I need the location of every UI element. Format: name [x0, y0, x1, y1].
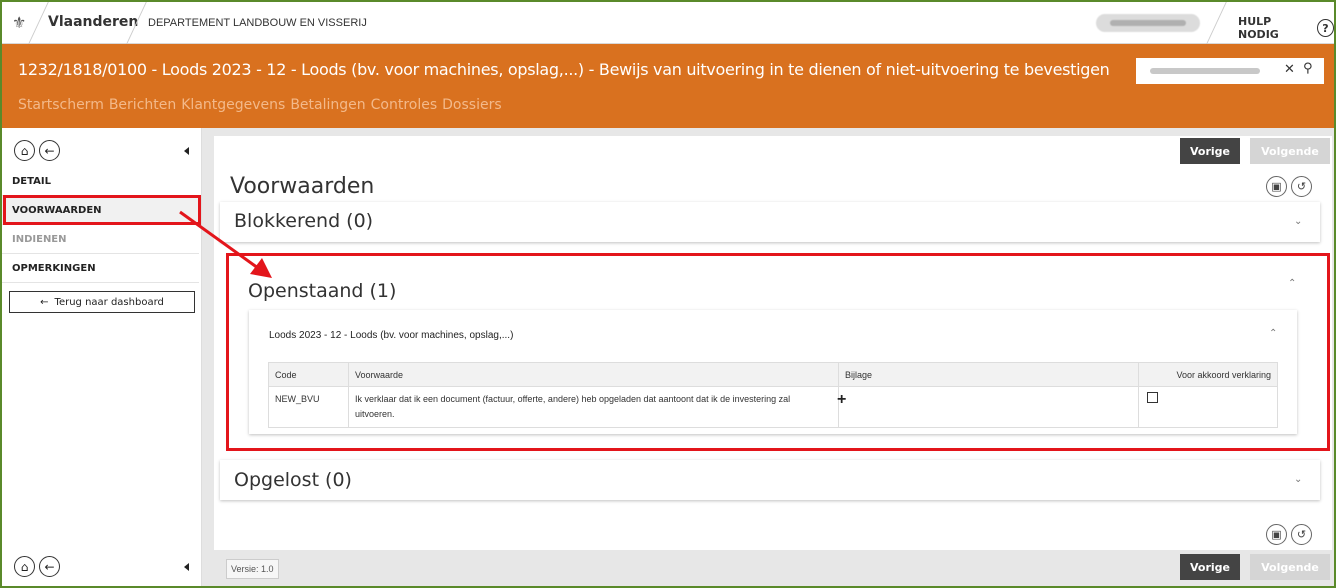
- nav-controles[interactable]: Controles: [371, 97, 438, 113]
- sidebar-item-label: INDIENEN: [12, 234, 67, 245]
- dossier-header: 1232/1818/0100 - Loods 2023 - 12 - Loods…: [2, 44, 1334, 128]
- search-icon[interactable]: ⚲: [1303, 61, 1313, 76]
- condition-card-title: Loods 2023 - 12 - Loods (bv. voor machin…: [269, 330, 514, 341]
- question-icon: ?: [1317, 19, 1334, 37]
- section-openstaand: Openstaand (1) ⌃ Loods 2023 - 12 - Loods…: [236, 258, 1318, 442]
- nav-startscherm[interactable]: Startscherm: [18, 97, 104, 113]
- section-opgelost[interactable]: Opgelost (0) ⌄: [220, 460, 1320, 500]
- main-area: Vorige Volgende Voorwaarden ▣ ↺ Blokkere…: [202, 128, 1334, 586]
- nav-berichten[interactable]: Berichten: [109, 97, 176, 113]
- top-bar: ⚜ Vlaanderen DEPARTEMENT LANDBOUW EN VIS…: [2, 2, 1334, 44]
- table-header-row: Code Voorwaarde Bijlage Voor akkoord ver…: [268, 362, 1278, 387]
- collapse-sidebar-icon[interactable]: [184, 147, 189, 155]
- chevron-down-icon[interactable]: ⌄: [1294, 474, 1302, 485]
- back-arrow-icon[interactable]: ←: [39, 140, 60, 161]
- back-to-dashboard-label: Terug naar dashboard: [54, 296, 164, 308]
- previous-button[interactable]: Vorige: [1180, 138, 1240, 164]
- main-nav: Startscherm Berichten Klantgegevens Beta…: [18, 97, 502, 113]
- brand-link[interactable]: Vlaanderen: [48, 14, 138, 30]
- section-title: Opgelost (0): [234, 469, 352, 491]
- next-button[interactable]: Volgende: [1250, 554, 1330, 580]
- section-title: Openstaand (1): [248, 280, 397, 302]
- code-cell: NEW_BVU: [268, 386, 349, 428]
- sidebar-item-label: VOORWAARDEN: [12, 205, 102, 216]
- flemish-lion-icon: ⚜: [12, 13, 27, 32]
- sidebar-item-label: DETAIL: [12, 176, 52, 187]
- chevron-down-icon[interactable]: ⌄: [1294, 216, 1302, 227]
- chevron-up-icon[interactable]: ⌃: [1288, 278, 1296, 289]
- next-button[interactable]: Volgende: [1250, 138, 1330, 164]
- collapse-sidebar-icon[interactable]: [184, 563, 189, 571]
- sidebar-item-voorwaarden[interactable]: VOORWAARDEN: [2, 196, 199, 225]
- undo-icon[interactable]: ↺: [1291, 524, 1312, 545]
- content-panel: Vorige Volgende Voorwaarden ▣ ↺ Blokkere…: [214, 136, 1332, 550]
- help-button[interactable]: HULP NODIG ?: [1238, 15, 1334, 41]
- clear-icon[interactable]: ✕: [1284, 62, 1295, 77]
- nav-betalingen[interactable]: Betalingen: [290, 97, 365, 113]
- section-title: Blokkerend (0): [234, 210, 374, 232]
- department-name[interactable]: DEPARTEMENT LANDBOUW EN VISSERIJ: [148, 17, 367, 29]
- section-blokkerend[interactable]: Blokkerend (0) ⌄: [220, 202, 1320, 242]
- condition-card: Loods 2023 - 12 - Loods (bv. voor machin…: [249, 310, 1297, 434]
- akkoord-cell: [1138, 386, 1278, 428]
- nav-dossiers[interactable]: Dossiers: [442, 97, 502, 113]
- previous-button[interactable]: Vorige: [1180, 554, 1240, 580]
- sidebar-item-opmerkingen[interactable]: OPMERKINGEN: [2, 254, 199, 283]
- save-icon[interactable]: ▣: [1266, 176, 1287, 197]
- sidebar: ⌂ ← DETAIL VOORWAARDEN INDIENEN OPMERKIN…: [2, 128, 202, 586]
- sidebar-item-indienen[interactable]: INDIENEN: [2, 225, 199, 254]
- page-title: Voorwaarden: [230, 174, 375, 199]
- voorwaarde-cell: Ik verklaar dat ik een document (factuur…: [348, 386, 839, 428]
- column-header: Voor akkoord verklaring: [1138, 362, 1278, 387]
- user-account[interactable]: [1096, 14, 1200, 32]
- back-arrow-icon[interactable]: ←: [39, 556, 60, 577]
- help-label: HULP NODIG: [1238, 15, 1279, 41]
- divider: [1206, 2, 1227, 44]
- home-icon[interactable]: ⌂: [14, 556, 35, 577]
- chevron-up-icon[interactable]: ⌃: [1269, 328, 1277, 339]
- conditions-table: Code Voorwaarde Bijlage Voor akkoord ver…: [268, 362, 1278, 428]
- version-label: Versie: 1.0: [226, 559, 279, 579]
- add-attachment-button[interactable]: +: [837, 392, 846, 408]
- back-to-dashboard-button[interactable]: ← Terug naar dashboard: [9, 291, 195, 313]
- agreement-checkbox[interactable]: [1147, 392, 1158, 403]
- column-header: Code: [268, 362, 349, 387]
- arrow-left-icon: ←: [40, 296, 49, 308]
- bijlage-cell: +: [837, 386, 1139, 428]
- divider: [28, 2, 49, 44]
- table-row: NEW_BVU Ik verklaar dat ik een document …: [268, 386, 1278, 428]
- home-icon[interactable]: ⌂: [14, 140, 35, 161]
- column-header: Voorwaarde: [348, 362, 839, 387]
- save-icon[interactable]: ▣: [1266, 524, 1287, 545]
- sidebar-item-label: OPMERKINGEN: [12, 263, 96, 274]
- nav-klantgegevens[interactable]: Klantgegevens: [181, 97, 285, 113]
- dossier-title: 1232/1818/0100 - Loods 2023 - 12 - Loods…: [18, 60, 1110, 79]
- search-value: [1150, 68, 1260, 74]
- undo-icon[interactable]: ↺: [1291, 176, 1312, 197]
- search-input[interactable]: ✕ ⚲: [1136, 58, 1324, 84]
- sidebar-item-detail[interactable]: DETAIL: [2, 167, 199, 196]
- column-header: Bijlage: [838, 362, 1139, 387]
